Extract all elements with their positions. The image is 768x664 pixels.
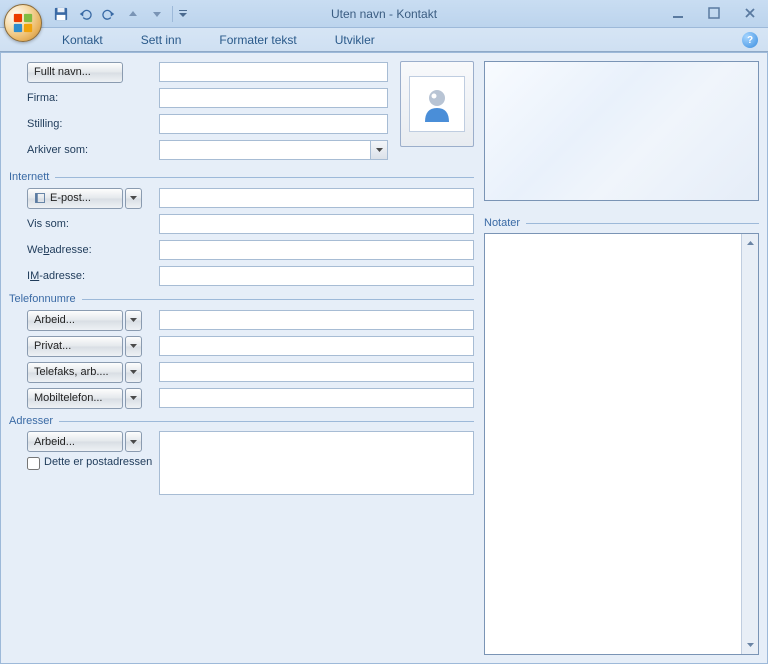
notes-scrollbar[interactable]	[741, 234, 758, 654]
stilling-label: Stilling:	[9, 118, 159, 130]
redo-icon	[102, 7, 116, 21]
business-card-preview[interactable]	[484, 61, 759, 201]
minimize-button[interactable]	[666, 4, 690, 22]
content-area: Fullt navn... Firma: Stilling: Arkiver s…	[0, 52, 768, 664]
office-logo-icon	[12, 12, 34, 34]
chevron-down-icon	[747, 643, 754, 647]
address-work-input[interactable]	[159, 431, 474, 495]
notes-textarea[interactable]	[484, 233, 759, 655]
maximize-icon	[708, 7, 720, 19]
phone-work-dropdown[interactable]	[125, 310, 142, 331]
maximize-button[interactable]	[702, 4, 726, 22]
firma-input[interactable]	[159, 88, 388, 108]
phone-fax-dropdown[interactable]	[125, 362, 142, 383]
phone-mobile-dropdown[interactable]	[125, 388, 142, 409]
undo-button[interactable]	[74, 3, 96, 25]
contact-photo-button[interactable]	[400, 61, 474, 147]
tab-sett-inn[interactable]: Sett inn	[133, 29, 190, 51]
phone-work-input[interactable]	[159, 310, 474, 330]
group-telefonnumre: Telefonnumre	[9, 293, 76, 305]
arkiver-som-combo[interactable]	[159, 140, 388, 160]
doc-name: Uten navn	[331, 7, 386, 21]
contact-placeholder-icon	[417, 84, 457, 124]
scroll-up-button[interactable]	[743, 235, 758, 251]
full-name-input[interactable]	[159, 62, 388, 82]
vis-som-input[interactable]	[159, 214, 474, 234]
tab-kontakt[interactable]: Kontakt	[54, 29, 111, 51]
email-dropdown[interactable]	[125, 188, 142, 209]
chevron-down-icon	[130, 396, 137, 400]
address-book-icon	[34, 192, 46, 204]
minimize-icon	[672, 7, 684, 19]
save-icon	[54, 7, 68, 21]
group-adresser: Adresser	[9, 415, 53, 427]
help-icon: ?	[747, 35, 753, 46]
office-button[interactable]	[4, 4, 42, 42]
help-button[interactable]: ?	[742, 32, 758, 48]
title-bar: Uten navn - Kontakt	[0, 0, 768, 28]
close-icon	[744, 7, 756, 19]
email-button[interactable]: E-post...	[27, 188, 123, 209]
email-input[interactable]	[159, 188, 474, 208]
chevron-down-icon	[376, 148, 383, 152]
chevron-down-icon	[130, 370, 137, 374]
mailing-address-label: Dette er postadressen	[44, 456, 152, 469]
arkiver-som-label: Arkiver som:	[9, 144, 159, 156]
address-work-button[interactable]: Arbeid...	[27, 431, 123, 452]
prev-button[interactable]	[122, 3, 144, 25]
qat-customize-button[interactable]	[177, 3, 189, 25]
full-name-button[interactable]: Fullt navn...	[27, 62, 123, 83]
phone-mobile-button[interactable]: Mobiltelefon...	[27, 388, 123, 409]
next-button[interactable]	[146, 3, 168, 25]
chevron-up-icon	[747, 241, 754, 245]
chevron-down-icon	[130, 318, 137, 322]
quick-access-toolbar	[50, 3, 189, 25]
redo-button[interactable]	[98, 3, 120, 25]
address-work-dropdown[interactable]	[125, 431, 142, 452]
right-column: Notater	[484, 61, 759, 655]
webadresse-input[interactable]	[159, 240, 474, 260]
mailing-address-checkbox[interactable]	[27, 457, 40, 470]
arkiver-som-dropdown[interactable]	[370, 141, 387, 159]
separator	[172, 6, 173, 22]
im-label: IM-adresse:	[9, 270, 159, 282]
im-input[interactable]	[159, 266, 474, 286]
webadresse-label: Webadresse:	[9, 244, 159, 256]
vis-som-label: Vis som:	[9, 218, 159, 230]
tab-utvikler[interactable]: Utvikler	[327, 29, 383, 51]
close-button[interactable]	[738, 4, 762, 22]
phone-fax-button[interactable]: Telefaks, arb....	[27, 362, 123, 383]
arrow-up-icon	[127, 8, 139, 20]
phone-work-button[interactable]: Arbeid...	[27, 310, 123, 331]
undo-icon	[78, 7, 92, 21]
tab-formater-tekst[interactable]: Formater tekst	[211, 29, 304, 51]
ribbon-tabs: Kontakt Sett inn Formater tekst Utvikler…	[0, 28, 768, 52]
left-column: Fullt navn... Firma: Stilling: Arkiver s…	[9, 61, 474, 655]
phone-private-button[interactable]: Privat...	[27, 336, 123, 357]
phone-private-dropdown[interactable]	[125, 336, 142, 357]
phone-fax-input[interactable]	[159, 362, 474, 382]
stilling-input[interactable]	[159, 114, 388, 134]
arrow-down-icon	[151, 8, 163, 20]
phone-mobile-input[interactable]	[159, 388, 474, 408]
phone-private-input[interactable]	[159, 336, 474, 356]
scroll-down-button[interactable]	[743, 637, 758, 653]
save-button[interactable]	[50, 3, 72, 25]
chevron-down-icon	[130, 440, 137, 444]
chevron-down-icon	[130, 196, 137, 200]
group-notater: Notater	[484, 217, 520, 229]
chevron-down-icon	[179, 10, 187, 18]
firma-label: Firma:	[9, 92, 159, 104]
app-name: Kontakt	[396, 7, 437, 21]
chevron-down-icon	[130, 344, 137, 348]
group-internett: Internett	[9, 171, 49, 183]
window-controls	[666, 4, 762, 22]
